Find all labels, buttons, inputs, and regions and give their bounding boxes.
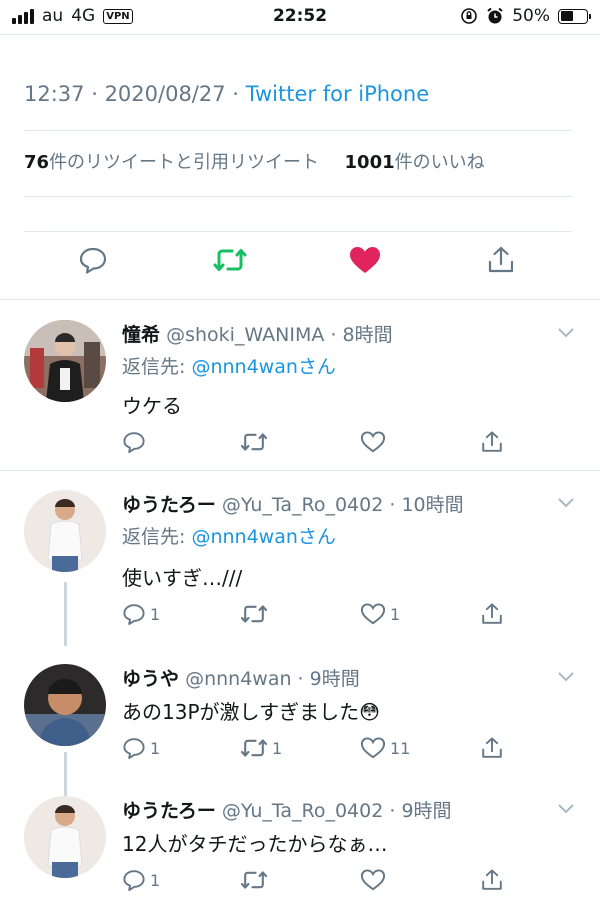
timestamp: 9時間	[401, 800, 452, 822]
reply-to-line: 返信先: @nnn4wanさん	[122, 526, 336, 548]
reply-icon	[123, 604, 145, 625]
heart-filled-icon	[350, 247, 380, 273]
display-name[interactable]: ゆうたろー	[122, 800, 216, 822]
share-button[interactable]	[480, 430, 504, 454]
retweet-button[interactable]	[240, 868, 272, 892]
share-icon	[482, 869, 502, 890]
heart-icon	[360, 603, 386, 625]
chevron-down-icon[interactable]	[556, 322, 576, 342]
reply-to-mention[interactable]: @nnn4wanさん	[191, 356, 335, 378]
reply-button[interactable]	[122, 430, 150, 454]
tweet-timestamp: 12:37 · 2020/08/27 · Twitter for iPhone	[24, 82, 430, 106]
retweet-button[interactable]	[240, 430, 272, 454]
reply-icon	[79, 247, 107, 274]
like-button[interactable]	[360, 430, 390, 454]
tweet-text: ウケる	[122, 394, 182, 418]
reply-button[interactable]: 1	[122, 868, 160, 892]
battery-icon	[558, 8, 591, 24]
status-bar: au 4G VPN 22:52 50%	[0, 0, 600, 34]
tweet-action-bar: 1 1 11	[122, 736, 522, 766]
retweet-count-link[interactable]: 76件のリツイートと引用リツイート	[24, 152, 319, 173]
retweet-icon	[240, 739, 268, 757]
heart-icon	[360, 737, 386, 759]
display-name[interactable]: ゆうや	[122, 668, 179, 690]
tweet-source-link[interactable]: Twitter for iPhone	[246, 82, 430, 106]
share-button[interactable]	[480, 868, 504, 892]
handle[interactable]: @Yu_Ta_Ro_0402	[222, 800, 383, 822]
display-name[interactable]: ゆうたろー	[122, 494, 216, 516]
share-icon	[482, 603, 502, 624]
heart-icon	[360, 869, 386, 891]
divider	[24, 196, 572, 197]
like-button[interactable]: 1	[360, 602, 400, 626]
divider	[24, 130, 572, 131]
reply-button[interactable]	[76, 243, 110, 277]
divider	[0, 470, 600, 471]
avatar[interactable]	[24, 320, 106, 402]
timestamp: 10時間	[401, 494, 464, 516]
chevron-down-icon[interactable]	[556, 492, 576, 512]
thread-connector	[64, 752, 67, 796]
orientation-lock-icon	[461, 8, 478, 24]
alarm-icon	[487, 7, 503, 24]
retweet-count: 1	[272, 738, 283, 758]
retweet-icon	[240, 605, 268, 623]
reply-button[interactable]: 1	[122, 736, 160, 760]
share-button[interactable]	[480, 602, 504, 626]
like-button[interactable]: 11	[360, 736, 410, 760]
avatar[interactable]	[24, 664, 106, 746]
tweet-text: 使いすぎ…///	[122, 566, 243, 590]
handle[interactable]: @shoki_WANIMA	[166, 324, 324, 346]
avatar[interactable]	[24, 490, 106, 572]
display-name[interactable]: 憧希	[122, 324, 160, 346]
like-button[interactable]	[348, 243, 382, 277]
header-divider	[0, 34, 600, 35]
tweet-action-bar	[0, 243, 600, 289]
retweet-icon	[213, 249, 247, 271]
reply-to-mention[interactable]: @nnn4wanさん	[191, 526, 335, 548]
reply-icon	[123, 738, 145, 759]
tweet-text: 12人がタチだったからなぁ…	[122, 832, 388, 856]
battery-percent: 50%	[512, 6, 550, 26]
retweet-icon	[240, 871, 268, 889]
reply-button[interactable]: 1	[122, 602, 160, 626]
thread-connector	[64, 582, 67, 646]
timestamp: 9時間	[309, 668, 360, 690]
like-count: 1	[390, 604, 401, 624]
divider	[0, 299, 600, 300]
reply-count: 1	[150, 604, 161, 624]
chevron-down-icon[interactable]	[556, 666, 576, 686]
share-button[interactable]	[484, 243, 518, 277]
share-button[interactable]	[480, 736, 504, 760]
divider	[24, 231, 572, 232]
share-icon	[488, 246, 514, 273]
heart-icon	[360, 431, 386, 453]
retweet-button[interactable]: 1	[240, 736, 282, 760]
share-icon	[482, 737, 502, 758]
timestamp: 8時間	[342, 324, 393, 346]
like-count-link[interactable]: 1001件のいいね	[345, 152, 485, 173]
tweet-action-bar: 1	[122, 868, 522, 898]
retweet-icon	[240, 433, 268, 451]
share-icon	[482, 431, 502, 452]
chevron-down-icon[interactable]	[556, 798, 576, 818]
handle[interactable]: @Yu_Ta_Ro_0402	[222, 494, 383, 516]
tweet-text: あの13Pが激しすぎました😳	[122, 700, 380, 724]
reply-icon	[123, 432, 145, 453]
reply-to-line: 返信先: @nnn4wanさん	[122, 356, 336, 378]
engagement-counts: 76件のリツイートと引用リツイート 1001件のいいね	[24, 148, 485, 174]
handle[interactable]: @nnn4wan	[185, 668, 291, 690]
tweet-action-bar	[122, 430, 522, 460]
like-button[interactable]	[360, 868, 390, 892]
reply-count: 1	[150, 870, 161, 890]
retweet-button[interactable]	[213, 243, 247, 277]
tweet-action-bar: 1 1	[122, 602, 522, 632]
retweet-button[interactable]	[240, 602, 272, 626]
avatar[interactable]	[24, 796, 106, 878]
reply-icon	[123, 870, 145, 891]
like-count: 11	[390, 738, 411, 758]
reply-count: 1	[150, 738, 161, 758]
